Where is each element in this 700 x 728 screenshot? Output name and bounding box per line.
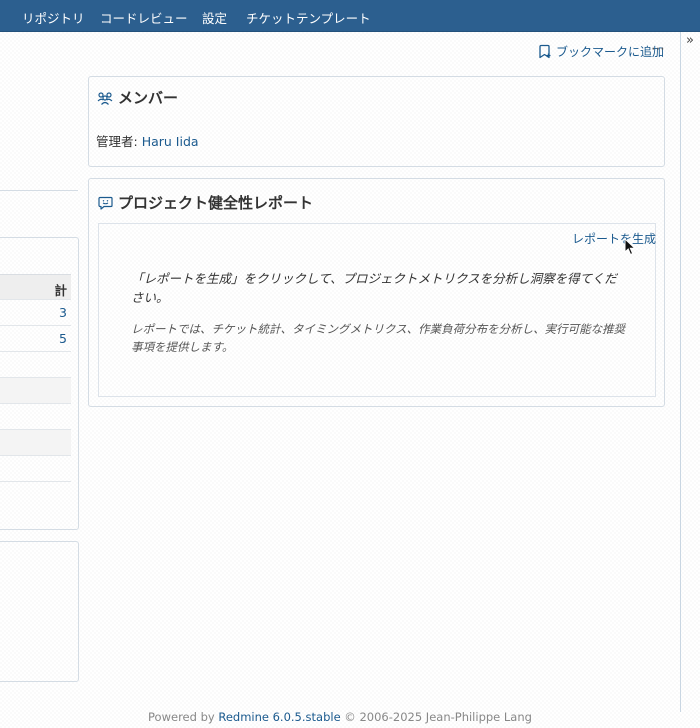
report-description: 「レポートを生成」をクリックして、プロジェクトメトリクスを分析し洞察を得てくださ… — [131, 271, 617, 305]
table-row — [0, 404, 71, 430]
table-row — [0, 378, 71, 404]
manager-label: 管理者: — [96, 134, 142, 149]
top-menu: リポジトリ コードレビュー 設定 チケットテンプレート — [0, 0, 700, 32]
manager-user-link[interactable]: Haru Iida — [142, 134, 199, 149]
table-row — [0, 352, 71, 378]
health-report-title-text: プロジェクト健全性レポート — [118, 194, 314, 212]
left-box-lower — [0, 541, 79, 682]
mouse-pointer-icon — [624, 238, 636, 256]
footer-prefix: Powered by — [148, 710, 219, 724]
chat-icon — [98, 196, 113, 210]
tab-settings[interactable]: 設定 — [202, 8, 227, 27]
table-cell-total[interactable]: 3 — [59, 305, 67, 320]
bookmark-action[interactable]: ブックマークに追加 — [538, 43, 664, 59]
bookmark-link[interactable]: ブックマークに追加 — [556, 43, 664, 60]
members-title-text: メンバー — [118, 89, 179, 107]
health-report-title: プロジェクト健全性レポート — [98, 192, 313, 213]
table-cell-total[interactable]: 5 — [59, 331, 67, 346]
left-table-header: 計 — [0, 274, 71, 300]
tab-repository[interactable]: リポジトリ — [22, 8, 85, 27]
members-title: メンバー — [97, 87, 178, 108]
people-icon — [97, 91, 113, 105]
tab-issue-templates[interactable]: チケットテンプレート — [246, 8, 371, 27]
report-panel — [98, 223, 656, 397]
generate-report-link[interactable]: レポートを生成 — [572, 230, 656, 247]
sidebar-divider — [680, 32, 681, 712]
footer-copyright: © 2006-2025 Jean-Philippe Lang — [340, 710, 532, 724]
manager-line: 管理者: Haru Iida — [96, 131, 199, 150]
more-actions-icon[interactable]: ⋯ — [651, 41, 666, 57]
table-row: 5 — [0, 326, 71, 352]
footer: Powered by Redmine 6.0.5.stable © 2006-2… — [0, 710, 680, 724]
table-row — [0, 430, 71, 456]
tab-code-review[interactable]: コードレビュー — [100, 8, 188, 27]
bookmark-icon — [538, 44, 552, 59]
redmine-link[interactable]: Redmine 6.0.5.stable — [218, 710, 340, 724]
left-table-header-total: 計 — [54, 283, 67, 298]
left-divider — [0, 190, 78, 191]
report-sub-description: レポートでは、チケット統計、タイミングメトリクス、作業負荷分布を分析し、実行可能… — [131, 322, 626, 354]
sidebar-toggle-icon[interactable]: » — [682, 34, 698, 48]
table-row: 3 — [0, 300, 71, 326]
table-row — [0, 456, 71, 482]
